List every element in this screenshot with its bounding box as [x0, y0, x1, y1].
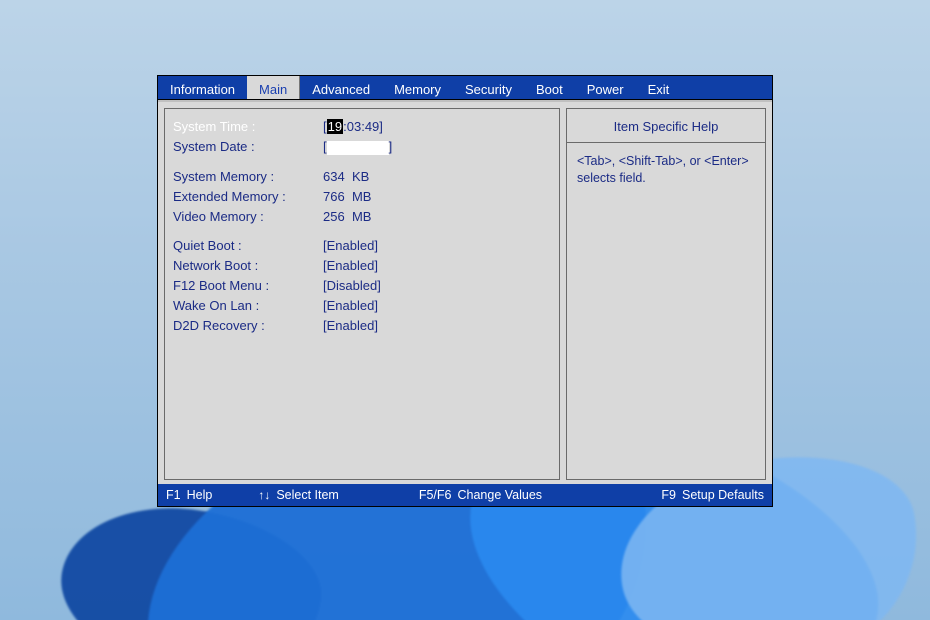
row-wake-on-lan[interactable]: Wake On Lan : [Enabled] [173, 298, 549, 313]
value-extended-memory: 766 MB [323, 189, 371, 204]
help-pane: Item Specific Help <Tab>, <Shift-Tab>, o… [566, 108, 766, 480]
row-system-time[interactable]: System Time : [19:03:49] [173, 119, 549, 134]
tab-boot[interactable]: Boot [524, 76, 575, 99]
bios-tabbar: Information Main Advanced Memory Securit… [158, 76, 772, 100]
help-title: Item Specific Help [567, 109, 765, 143]
value-video-memory: 256 MB [323, 209, 371, 224]
row-quiet-boot[interactable]: Quiet Boot : [Enabled] [173, 238, 549, 253]
label-network-boot: Network Boot : [173, 258, 323, 273]
hint-arrows-select: ↑↓ Select Item [258, 488, 339, 502]
label-system-date: System Date : [173, 139, 323, 155]
value-system-memory: 634 KB [323, 169, 369, 184]
key-f9: F9 [661, 488, 676, 502]
hint-f1-help: F1 Help [166, 488, 212, 502]
tab-power[interactable]: Power [575, 76, 636, 99]
tab-exit[interactable]: Exit [636, 76, 682, 99]
key-f5f6: F5/F6 [419, 488, 452, 502]
updown-arrows-icon: ↑↓ [258, 489, 270, 501]
label-quiet-boot: Quiet Boot : [173, 238, 323, 253]
date-field[interactable] [327, 141, 389, 155]
row-system-memory: System Memory : 634 KB [173, 169, 549, 184]
tab-advanced[interactable]: Advanced [300, 76, 382, 99]
bios-setup-window: Information Main Advanced Memory Securit… [157, 75, 773, 507]
key-f1: F1 [166, 488, 181, 502]
tab-security[interactable]: Security [453, 76, 524, 99]
label-d2d-recovery: D2D Recovery : [173, 318, 323, 333]
row-f12-boot-menu[interactable]: F12 Boot Menu : [Disabled] [173, 278, 549, 293]
value-system-time[interactable]: [19:03:49] [323, 119, 383, 134]
row-system-date[interactable]: System Date : [] [173, 139, 549, 155]
label-help: Help [187, 488, 213, 502]
time-ss[interactable]: 49 [365, 119, 379, 134]
label-f12-boot-menu: F12 Boot Menu : [173, 278, 323, 293]
value-d2d-recovery[interactable]: [Enabled] [323, 318, 378, 333]
label-select-item: Select Item [276, 488, 339, 502]
time-hh-selected[interactable]: 19 [327, 119, 343, 134]
value-f12-boot-menu[interactable]: [Disabled] [323, 278, 381, 293]
value-network-boot[interactable]: [Enabled] [323, 258, 378, 273]
label-system-time: System Time : [173, 119, 323, 134]
value-quiet-boot[interactable]: [Enabled] [323, 238, 378, 253]
label-wake-on-lan: Wake On Lan : [173, 298, 323, 313]
time-mm[interactable]: 03 [347, 119, 361, 134]
tab-information[interactable]: Information [158, 76, 247, 99]
tab-main[interactable]: Main [247, 76, 300, 99]
label-system-memory: System Memory : [173, 169, 323, 184]
hint-f5f6-change: F5/F6 Change Values [419, 488, 542, 502]
help-body: <Tab>, <Shift-Tab>, or <Enter> selects f… [567, 143, 765, 197]
label-extended-memory: Extended Memory : [173, 189, 323, 204]
bios-footer: F1 Help ↑↓ Select Item F5/F6 Change Valu… [158, 484, 772, 506]
value-wake-on-lan[interactable]: [Enabled] [323, 298, 378, 313]
tab-memory[interactable]: Memory [382, 76, 453, 99]
row-network-boot[interactable]: Network Boot : [Enabled] [173, 258, 549, 273]
label-video-memory: Video Memory : [173, 209, 323, 224]
row-extended-memory: Extended Memory : 766 MB [173, 189, 549, 204]
label-change-values: Change Values [458, 488, 543, 502]
row-d2d-recovery[interactable]: D2D Recovery : [Enabled] [173, 318, 549, 333]
row-video-memory: Video Memory : 256 MB [173, 209, 549, 224]
settings-pane: System Time : [19:03:49] System Date : [… [164, 108, 560, 480]
value-system-date[interactable]: [] [323, 139, 392, 155]
hint-f9-defaults: F9 Setup Defaults [661, 488, 764, 502]
label-setup-defaults: Setup Defaults [682, 488, 764, 502]
